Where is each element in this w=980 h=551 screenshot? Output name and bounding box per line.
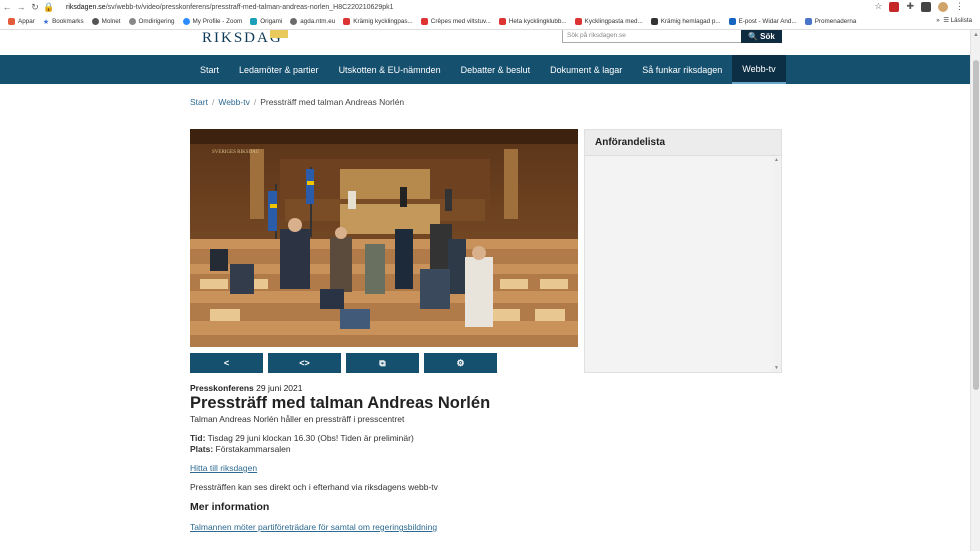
settings-button[interactable]: ⚙ — [424, 353, 497, 373]
nav-item-sa-funkar[interactable]: Så funkar riksdagen — [632, 55, 732, 84]
browser-toolbar: ← → ↻ 🔒 riksdagen.se/sv/webb-tv/video/pr… — [0, 0, 980, 14]
cloud-icon — [91, 18, 99, 25]
nav-item-ledamoter[interactable]: Ledamöter & partier — [229, 55, 329, 84]
article-info: Tid: Tisdag 29 juni klockan 16.30 (Obs! … — [190, 433, 414, 455]
profile-avatar[interactable] — [938, 1, 948, 12]
video-watermark: SVERIGES RIKSDAG — [212, 150, 260, 155]
more-info-heading: Mer information — [190, 501, 270, 513]
breadcrumb-current: Pressträff med talman Andreas Norlén — [260, 97, 405, 107]
nav-item-start[interactable]: Start — [190, 55, 229, 84]
apps-icon — [8, 18, 15, 25]
scroll-up-icon[interactable]: ▲ — [973, 32, 979, 38]
main-nav: Start Ledamöter & partier Utskotten & EU… — [0, 55, 970, 84]
speaker-list-title: Anförandelista — [585, 130, 781, 156]
bookmark-item[interactable]: Krämig kycklingpas... — [343, 18, 413, 25]
back-icon[interactable]: ← — [0, 2, 14, 12]
bookmark-item[interactable]: E-post - Widar And... — [728, 18, 797, 25]
nav-item-dokument[interactable]: Dokument & lagar — [540, 55, 632, 84]
scrollbar-thumb[interactable] — [973, 60, 979, 390]
article-date: 29 juni 2021 — [256, 383, 303, 393]
recipe-icon — [420, 18, 428, 25]
origami-icon — [250, 18, 258, 25]
bookmark-item[interactable]: Kycklingpasta med... — [574, 18, 643, 25]
page-scrollbar[interactable]: ▲ — [970, 30, 980, 551]
url-host: riksdagen.se — [66, 3, 106, 11]
address-bar[interactable]: riksdagen.se/sv/webb-tv/video/presskonfe… — [66, 4, 394, 11]
document-icon — [804, 18, 812, 25]
site-header: RIKSDAG Sök på riksdagen.se 🔍 Sök — [0, 30, 970, 55]
menu-icon[interactable]: ⋮ — [955, 1, 964, 12]
globe-icon — [290, 18, 298, 25]
video-controls: < <> ⧉ ⚙ — [190, 353, 497, 373]
embed-icon: <> — [299, 358, 310, 368]
bookmark-item[interactable]: Promenaderna — [804, 18, 856, 25]
share-icon: < — [223, 358, 230, 368]
share-button[interactable]: < — [190, 353, 263, 373]
find-riksdagen-link[interactable]: Hitta till riksdagen — [190, 463, 257, 473]
video-player[interactable]: SVERIGES RIKSDAG — [190, 129, 578, 347]
recipe-icon — [574, 18, 582, 25]
bookmark-item[interactable]: agda.ntm.eu — [290, 18, 335, 25]
outlook-icon — [728, 18, 736, 25]
speaker-list-scrollbar[interactable]: ▲ ▼ — [773, 156, 781, 372]
forward-icon[interactable]: → — [14, 2, 28, 12]
zoom-icon — [182, 18, 190, 25]
breadcrumb-start[interactable]: Start — [190, 97, 208, 107]
embed-button[interactable]: <> — [268, 353, 341, 373]
page-title: Pressträff med talman Andreas Norlén — [190, 394, 491, 412]
breadcrumb: Start / Webb-tv / Pressträff med talman … — [190, 97, 404, 107]
bookmark-item[interactable]: My Profile - Zoom — [182, 18, 242, 25]
bookmarks-bar: Appar ★ Bookmarks Molnet Omdirigering My … — [0, 14, 980, 30]
lock-icon: 🔒 — [43, 1, 55, 12]
tid-label: Tid: — [190, 433, 206, 443]
bookmark-item[interactable]: Krämig hemlagad p... — [650, 18, 721, 25]
star-icon[interactable]: ☆ — [874, 1, 882, 12]
reload-icon[interactable]: ↻ — [28, 2, 42, 13]
article-subtitle: Talman Andreas Norlén håller en pressträ… — [190, 414, 405, 424]
pdf-extension-icon[interactable] — [889, 1, 900, 12]
globe-icon — [128, 18, 136, 25]
star-icon: ★ — [42, 18, 50, 26]
recipe-icon — [343, 18, 351, 25]
bookmark-item[interactable]: Omdirigering — [128, 18, 175, 25]
url-path: /sv/webb-tv/video/presskonferens/presstr… — [105, 3, 394, 11]
speaker-list-panel: Anförandelista ▲ ▼ — [584, 129, 782, 373]
extension-icon[interactable] — [921, 1, 931, 12]
article-body: Pressträffen kan ses direkt och i efterh… — [190, 482, 438, 492]
nav-item-webb-tv[interactable]: Webb-tv — [732, 55, 786, 84]
more-info-link[interactable]: Talmannen möter partiföreträdare för sam… — [190, 522, 437, 532]
bookmark-item[interactable]: Origami — [250, 18, 282, 25]
breadcrumb-sep: / — [253, 97, 257, 107]
popout-button[interactable]: ⧉ — [346, 353, 419, 373]
plats-value: Förstakammarsalen — [215, 444, 291, 454]
logo-crown-mark — [270, 30, 288, 38]
reading-list-button[interactable]: » ☰ Läslista — [936, 17, 972, 24]
article-meta: Presskonferens 29 juni 2021 — [190, 383, 303, 393]
plats-label: Plats: — [190, 444, 214, 454]
popout-icon: ⧉ — [379, 357, 386, 368]
search-icon: 🔍 — [748, 32, 759, 41]
breadcrumb-webb-tv[interactable]: Webb-tv — [218, 97, 250, 107]
bookmark-item[interactable]: Appar — [8, 18, 35, 25]
extensions-icon[interactable]: ✚ — [906, 1, 914, 12]
breadcrumb-sep: / — [211, 97, 215, 107]
nav-item-utskotten[interactable]: Utskotten & EU-nämnden — [329, 55, 451, 84]
bookmark-item[interactable]: ★ Bookmarks — [43, 18, 84, 26]
article-type: Presskonferens — [190, 383, 254, 393]
settings-icon: ⚙ — [456, 357, 465, 368]
scroll-down-icon[interactable]: ▼ — [774, 365, 779, 371]
tid-value: Tisdag 29 juni klockan 16.30 (Obs! Tiden… — [207, 433, 414, 443]
video-frame: SVERIGES RIKSDAG — [190, 129, 578, 347]
scroll-up-icon[interactable]: ▲ — [774, 157, 779, 163]
nav-item-debatter[interactable]: Debatter & beslut — [451, 55, 541, 84]
search-input[interactable]: Sök på riksdagen.se — [562, 30, 742, 43]
bookmark-item[interactable]: Crêpes med viltstuv... — [420, 18, 491, 25]
bookmark-item[interactable]: Molnet — [91, 18, 121, 25]
recipe-icon — [498, 18, 506, 25]
bookmark-item[interactable]: Heta kycklingklubb... — [498, 18, 567, 25]
recipe-icon — [650, 18, 658, 25]
search-button[interactable]: 🔍 Sök — [741, 30, 782, 43]
